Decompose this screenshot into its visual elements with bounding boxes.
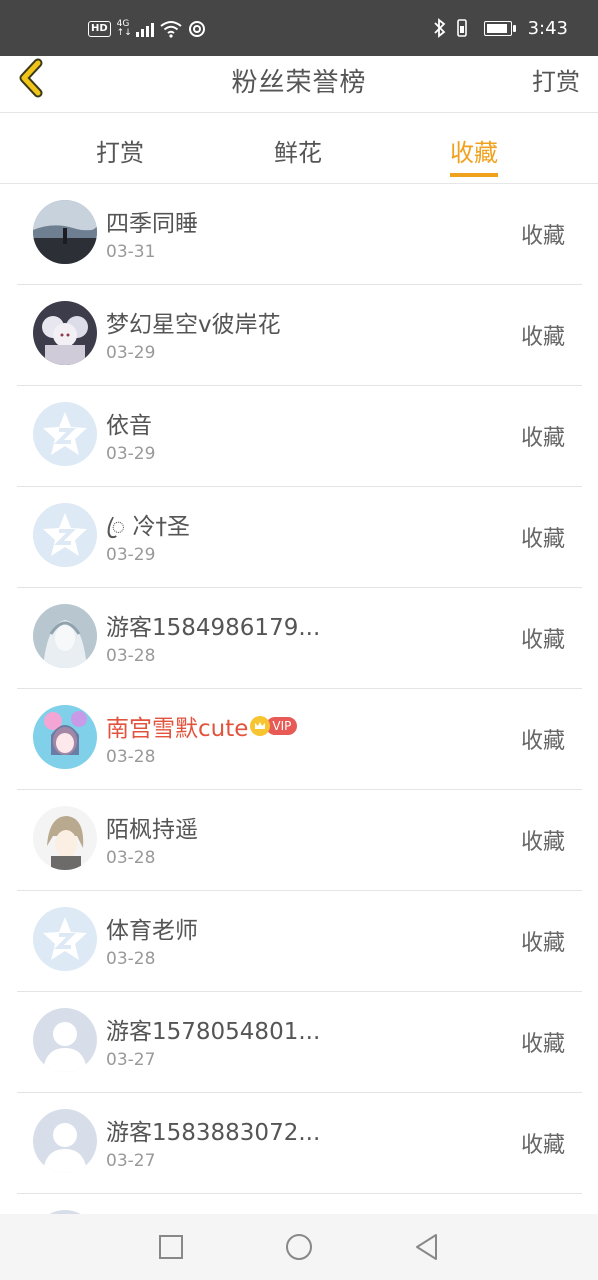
anime-avatar-icon [33,604,97,668]
favorite-label: 收藏 [520,729,565,754]
tab-label: 鲜花 [274,139,322,167]
list-item[interactable]: 游客1584986179... 03-28 收藏 [17,588,582,689]
square-recent-icon[interactable] [156,1232,186,1262]
avatar[interactable] [33,806,97,870]
reward-button[interactable]: 打赏 [532,62,580,97]
favorite-label: 收藏 [520,325,565,350]
default-person-avatar-icon [33,1008,97,1072]
hd-icon: HD [88,21,111,37]
user-name[interactable]: 陌枫持遥 [106,810,198,844]
favorite-date: 03-28 [106,646,156,666]
avatar[interactable] [33,402,97,466]
user-name[interactable]: 依音 [106,406,152,440]
favorite-date: 03-29 [106,444,156,464]
avatar[interactable] [33,301,97,365]
favorite-date: 03-27 [106,1050,156,1070]
list-item[interactable]: 梦幻星空v彼岸花 03-29 收藏 [17,285,582,386]
list-item[interactable]: 游客1578054801... 03-27 收藏 [17,992,582,1093]
default-star-avatar-icon [33,402,97,466]
signal-icon [135,21,154,37]
title-bar: 粉丝荣誉榜 打赏 [0,56,598,113]
user-name[interactable]: 南宫雪默cute VIP [106,709,298,743]
favorite-label: 收藏 [520,527,565,552]
favorite-date: 03-27 [106,1151,156,1171]
favorite-label: 收藏 [520,1133,565,1158]
tab-favorites[interactable]: 收藏 [450,133,498,177]
list-item[interactable]: 陌枫持遥 03-28 收藏 [17,790,582,891]
list-item[interactable]: 依音 03-29 收藏 [17,386,582,487]
anime-avatar-icon [33,806,97,870]
triangle-back-icon[interactable] [412,1232,442,1262]
bluetooth-icon [433,18,445,38]
status-bar: HD 4G ↑↓ 3:43 [0,0,598,56]
user-name[interactable]: 游客1578054801... [106,1012,320,1046]
favorite-label: 收藏 [520,224,565,249]
battery-fill [486,23,508,33]
anime-group-avatar-icon [33,301,97,365]
network-type: 4G ↑↓ [117,20,132,38]
list-item[interactable]: 四季同睡 03-31 收藏 [17,184,582,285]
tab-flowers[interactable]: 鲜花 [274,133,322,168]
battery-icon [483,20,516,36]
user-name-text: 南宫雪默cute [106,716,249,742]
user-name[interactable]: 梦幻星空v彼岸花 [106,305,281,339]
avatar[interactable] [33,907,97,971]
default-person-avatar-icon [33,1109,97,1173]
status-right: 3:43 [433,16,568,40]
list-item[interactable]: ꦿ 冷†圣 03-29 收藏 [17,487,582,588]
user-name[interactable]: 四季同睡 [106,204,198,238]
avatar[interactable] [33,604,97,668]
tab-bar: 打赏 鲜花 收藏 [0,113,598,184]
favorite-date: 03-28 [106,949,156,969]
favorite-label: 收藏 [520,628,565,653]
wifi-icon [160,21,182,38]
clock: 3:43 [527,17,568,39]
fan-list: 四季同睡 03-31 收藏 梦幻星空v彼岸花 03-29 收藏 依音 03-29… [0,184,598,1214]
favorite-label: 收藏 [520,1032,565,1057]
vip-label: VIP [266,717,298,735]
default-star-avatar-icon [33,503,97,567]
list-item[interactable]: 南宫雪默cute VIP 03-28 收藏 [17,689,582,790]
active-tab-indicator [450,173,498,177]
favorite-date: 03-28 [106,848,156,868]
avatar[interactable] [33,705,97,769]
favorite-date: 03-29 [106,545,156,565]
avatar[interactable] [33,1008,97,1072]
avatar[interactable] [33,200,97,264]
favorite-date: 03-31 [106,242,156,262]
favorite-label: 收藏 [520,426,565,451]
photo-avatar-icon [33,200,97,264]
page-title: 粉丝荣誉榜 [231,68,367,98]
network-arrows: ↑↓ [116,28,132,38]
data-saver-icon [188,21,205,37]
list-item[interactable]: 游客1583883072... 03-27 收藏 [17,1093,582,1194]
anime-avatar-icon [33,705,97,769]
tab-reward[interactable]: 打赏 [96,133,144,168]
tab-label: 收藏 [450,139,498,167]
user-name[interactable]: 体育老师 [106,911,198,945]
system-nav-bar [0,1214,598,1280]
tab-label: 打赏 [96,139,144,167]
vibrate-icon [456,19,467,37]
favorite-label: 收藏 [520,931,565,956]
status-left: HD 4G ↑↓ [88,18,206,40]
circle-home-icon[interactable] [284,1232,314,1262]
favorite-label: 收藏 [520,830,565,855]
crown-icon [250,716,271,736]
vip-badge: VIP [250,716,298,736]
default-star-avatar-icon [33,907,97,971]
user-name[interactable]: 游客1584986179... [106,608,320,642]
user-name[interactable]: 游客1583883072... [106,1113,320,1147]
favorite-date: 03-28 [106,747,156,767]
favorite-date: 03-29 [106,343,156,363]
list-item[interactable]: 体育老师 03-28 收藏 [17,891,582,992]
avatar[interactable] [33,503,97,567]
avatar[interactable] [33,1109,97,1173]
